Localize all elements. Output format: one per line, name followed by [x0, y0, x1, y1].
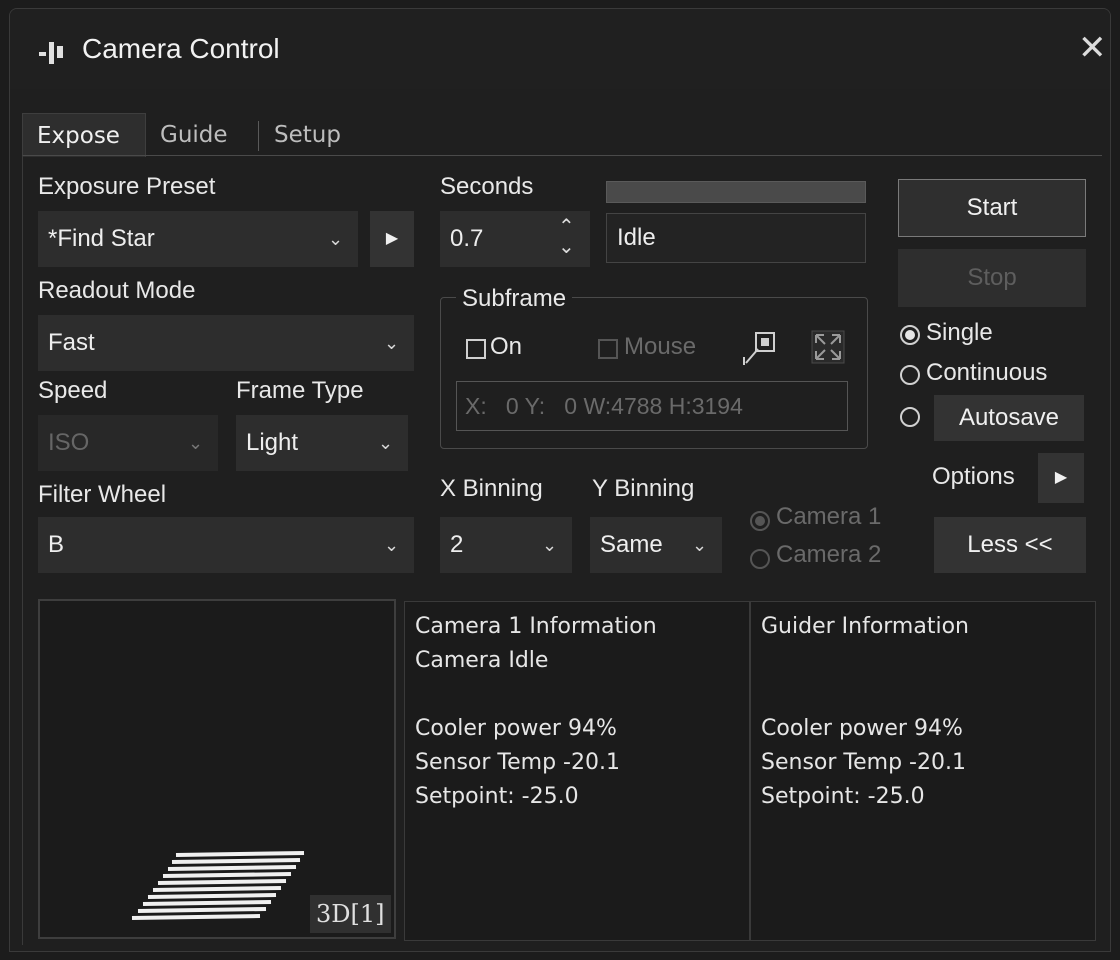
exposure-preset-label: Exposure Preset — [38, 173, 216, 200]
mouse-label: Mouse — [624, 333, 697, 360]
subframe-on-label: On — [490, 333, 523, 360]
camera-info-cooler: Cooler power 94% — [415, 716, 617, 741]
status-field: Idle — [606, 213, 866, 263]
autosave-button[interactable]: Autosave — [934, 395, 1084, 441]
app-logo-icon — [39, 42, 63, 64]
options-label: Options — [932, 463, 1015, 490]
exposure-preset-value: *Find Star — [48, 225, 155, 252]
play-icon: ▶ — [1054, 469, 1068, 486]
tab-expose[interactable]: Expose — [22, 113, 146, 157]
stop-button[interactable]: Stop — [898, 249, 1086, 307]
less-button[interactable]: Less << — [934, 517, 1086, 573]
camera-info-setpoint: Setpoint: -25.0 — [415, 784, 579, 809]
chevron-down-icon: ⌄ — [542, 535, 558, 555]
full-frame-icon[interactable] — [810, 327, 848, 367]
subframe-coords: X: 0 Y: 0 W:4788 H:3194 — [465, 393, 743, 419]
y-binning-label: Y Binning — [592, 475, 695, 502]
chevron-down-icon: ⌄ — [328, 229, 344, 249]
guider-info-title: Guider Information — [761, 614, 969, 639]
filter-wheel-value: B — [48, 531, 65, 558]
exposure-progress-bar — [606, 181, 866, 203]
continuous-label: Continuous — [926, 359, 1048, 386]
spin-up-icon[interactable]: ⌃ — [558, 217, 575, 237]
frame-type-value: Light — [246, 429, 299, 456]
camera2-radio[interactable] — [750, 549, 770, 569]
exposure-preset-select[interactable]: *Find Star ⌄ — [38, 211, 358, 267]
camera1-radio[interactable] — [750, 511, 770, 531]
seconds-value: 0.7 — [450, 225, 484, 252]
mouse-checkbox[interactable] — [598, 339, 618, 359]
y-binning-value: Same — [600, 531, 663, 558]
camera2-label: Camera 2 — [776, 541, 882, 568]
start-button[interactable]: Start — [898, 179, 1086, 237]
readout-mode-select[interactable]: Fast ⌄ — [38, 315, 414, 371]
3d-surface-icon — [131, 851, 305, 920]
readout-mode-label: Readout Mode — [38, 277, 196, 304]
chevron-down-icon: ⌄ — [378, 433, 394, 453]
filter-wheel-label: Filter Wheel — [38, 481, 167, 508]
spin-down-icon[interactable]: ⌄ — [558, 237, 575, 257]
chevron-down-icon: ⌄ — [692, 535, 708, 555]
chevron-down-icon: ⌄ — [384, 535, 400, 555]
readout-mode-value: Fast — [48, 329, 95, 356]
camera-info-title: Camera 1 Information — [415, 614, 657, 639]
camera-info-sensor-temp: Sensor Temp -20.1 — [415, 750, 620, 775]
camera1-label: Camera 1 — [776, 503, 882, 530]
window-title: Camera Control — [82, 33, 280, 64]
close-icon[interactable]: ✕ — [1078, 31, 1107, 65]
frame-type-select[interactable]: Light ⌄ — [236, 415, 408, 471]
speed-label: Speed — [38, 377, 108, 404]
tab-setup[interactable]: Setup — [260, 113, 360, 157]
y-binning-select[interactable]: Same ⌄ — [590, 517, 722, 573]
speed-value: ISO — [48, 429, 90, 456]
preview-panel[interactable]: 3D[1] — [38, 599, 396, 939]
x-binning-select[interactable]: 2 ⌄ — [440, 517, 572, 573]
speed-select[interactable]: ISO ⌄ — [38, 415, 218, 471]
options-button[interactable]: ▶ — [1038, 453, 1084, 503]
frame-type-label: Frame Type — [236, 377, 364, 404]
x-binning-value: 2 — [450, 531, 464, 558]
x-binning-label: X Binning — [440, 475, 543, 502]
play-icon: ▶ — [385, 230, 399, 247]
chevron-down-icon: ⌄ — [188, 433, 204, 453]
camera-info-status: Camera Idle — [415, 648, 549, 673]
seconds-label: Seconds — [440, 173, 534, 200]
autosave-radio[interactable] — [900, 407, 920, 427]
single-radio[interactable] — [900, 325, 920, 345]
preview-mode-badge[interactable]: 3D[1] — [310, 895, 391, 933]
tab-separator — [258, 121, 259, 151]
tab-guide[interactable]: Guide — [146, 113, 256, 157]
guider-info-panel: Guider Information Cooler power 94% Sens… — [750, 601, 1096, 941]
preset-menu-button[interactable]: ▶ — [370, 211, 414, 267]
filter-wheel-select[interactable]: B ⌄ — [38, 517, 414, 573]
guider-info-cooler: Cooler power 94% — [761, 716, 963, 741]
camera-info-panel: Camera 1 Information Camera Idle Cooler … — [404, 601, 750, 941]
continuous-radio[interactable] — [900, 365, 920, 385]
subframe-on-checkbox[interactable] — [466, 339, 486, 359]
subframe-legend: Subframe — [456, 285, 573, 313]
status-value: Idle — [617, 224, 656, 251]
chevron-down-icon: ⌄ — [384, 333, 400, 353]
camera-control-window: Camera Control ✕ Expose Guide Setup Expo… — [9, 8, 1111, 952]
seconds-input[interactable]: 0.7 ⌃ ⌄ — [440, 211, 590, 267]
select-region-icon[interactable] — [742, 327, 780, 367]
guider-info-sensor-temp: Sensor Temp -20.1 — [761, 750, 966, 775]
single-label: Single — [926, 319, 993, 346]
subframe-coords-field: X: 0 Y: 0 W:4788 H:3194 — [456, 381, 848, 431]
guider-info-setpoint: Setpoint: -25.0 — [761, 784, 925, 809]
